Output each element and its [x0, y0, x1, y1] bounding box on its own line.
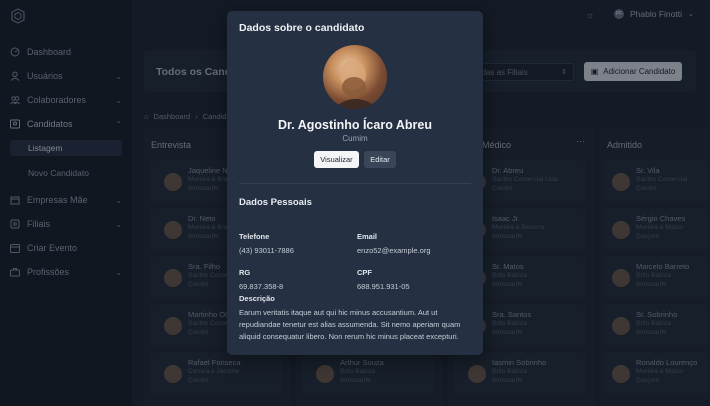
divider: [239, 183, 471, 184]
section-title: Dados Pessoais: [239, 197, 312, 208]
modal-title: Dados sobre o candidato: [239, 22, 365, 34]
view-button[interactable]: Visualizar: [314, 151, 359, 168]
rg-value: 69.837.358-8: [239, 282, 284, 291]
candidate-role: Cumim: [342, 134, 368, 143]
candidate-photo: [323, 45, 387, 109]
candidate-details-modal: Dados sobre o candidato Dr. Agostinho Íc…: [227, 11, 483, 355]
phone-value: (43) 93011-7886: [239, 246, 294, 255]
cpf-value: 688.951.931-05: [357, 282, 410, 291]
rg-label: RG: [239, 268, 251, 277]
edit-button[interactable]: Editar: [364, 151, 396, 168]
cpf-label: CPF: [357, 268, 372, 277]
email-value: enzo52@example.org: [357, 246, 431, 255]
description-value: Earum veritatis itaque aut qui hic minus…: [239, 308, 461, 341]
description-label: Descrição: [239, 294, 275, 303]
phone-label: Telefone: [239, 232, 270, 241]
email-label: Email: [357, 232, 378, 241]
candidate-name: Dr. Agostinho Ícaro Abreu: [278, 118, 432, 132]
